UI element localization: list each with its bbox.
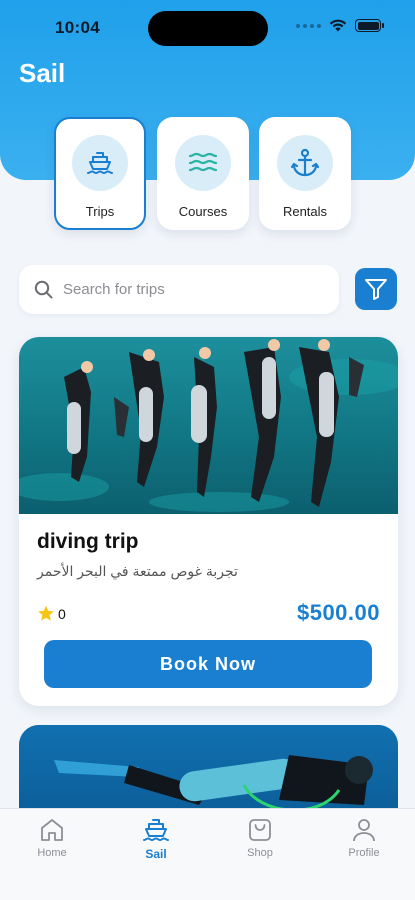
trip-rating: 0 <box>37 605 66 622</box>
person-icon <box>353 819 375 842</box>
dynamic-island <box>148 11 268 46</box>
category-courses[interactable]: Courses <box>157 117 249 230</box>
tab-label: Home <box>37 847 67 859</box>
category-label: Trips <box>85 204 115 219</box>
shopping-bag-icon <box>249 819 271 841</box>
category-label: Rentals <box>282 204 328 219</box>
cellular-signal-icon <box>296 23 321 28</box>
trip-description: تجربة غوص ممتعة في البحر الأحمر <box>37 563 238 579</box>
status-bar: 10:04 <box>0 0 415 54</box>
home-icon <box>41 819 63 841</box>
filter-button[interactable] <box>355 268 397 310</box>
bottom-tab-bar: Home Sail Shop Profile <box>0 808 415 900</box>
tab-profile[interactable]: Profile <box>334 817 394 859</box>
category-rentals[interactable]: Rentals <box>259 117 351 230</box>
tab-sail[interactable]: Sail <box>126 817 186 861</box>
filter-icon <box>365 279 387 300</box>
search-input[interactable] <box>63 281 303 298</box>
search-bar <box>19 265 339 314</box>
rating-value: 0 <box>58 605 66 622</box>
status-icons <box>296 19 384 32</box>
tab-label: Shop <box>247 847 273 859</box>
trip-title: diving trip <box>37 530 139 553</box>
search-icon <box>34 280 53 299</box>
tab-label: Sail <box>145 847 167 861</box>
ship-icon <box>143 819 169 841</box>
category-trips[interactable]: Trips <box>54 117 146 230</box>
ship-icon <box>87 152 113 174</box>
tab-home[interactable]: Home <box>22 817 82 859</box>
trip-image <box>19 337 398 514</box>
book-now-button[interactable]: Book Now <box>44 640 372 688</box>
star-icon <box>38 605 54 621</box>
tab-label: Profile <box>348 847 380 859</box>
trip-card[interactable]: diving trip تجربة غوص ممتعة في البحر الأ… <box>19 337 398 706</box>
tab-shop[interactable]: Shop <box>230 817 290 859</box>
waves-icon <box>188 152 218 172</box>
wifi-icon <box>329 19 347 32</box>
category-label: Courses <box>178 204 228 219</box>
battery-icon <box>355 19 384 32</box>
trip-price: $500.00 <box>296 600 380 625</box>
status-time: 10:04 <box>55 18 100 37</box>
anchor-icon <box>291 148 319 177</box>
page-title: Sail <box>19 58 66 88</box>
